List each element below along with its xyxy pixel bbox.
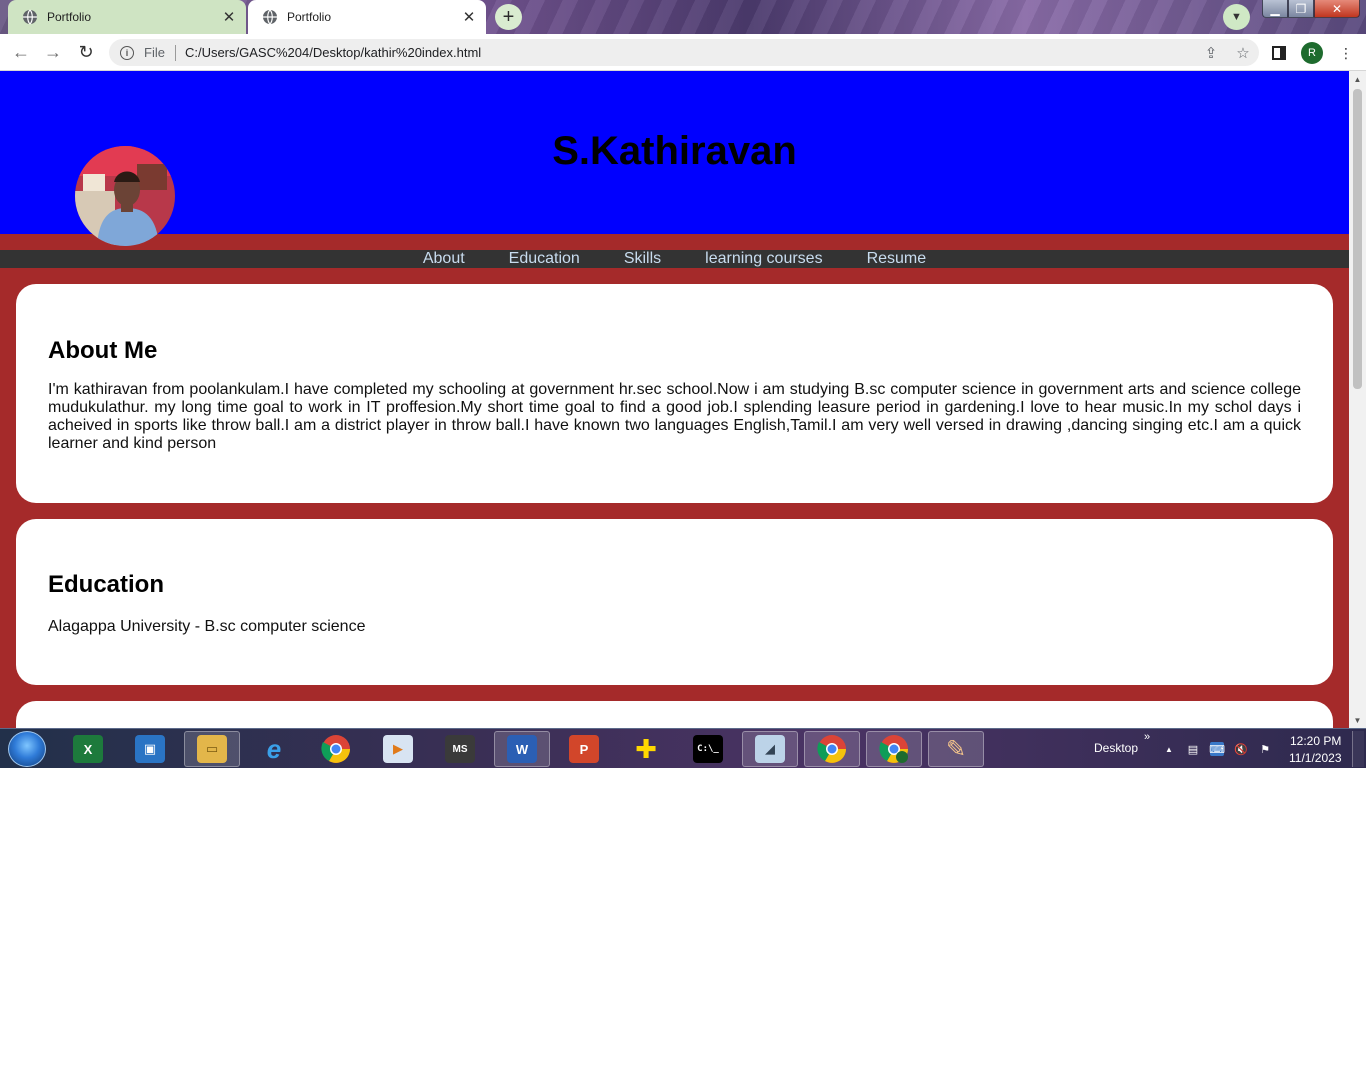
education-section: Education Alagappa University - B.sc com… — [16, 519, 1333, 685]
nav-link-resume[interactable]: Resume — [867, 250, 927, 268]
close-tab-icon[interactable]: ✕ — [218, 8, 240, 26]
command-prompt-icon[interactable]: C:\_ — [680, 731, 736, 767]
profile-avatar[interactable]: R — [1301, 42, 1323, 64]
address-url[interactable]: C:/Users/GASC%204/Desktop/kathir%20index… — [185, 45, 1195, 60]
browser-toolbar: ← → ↻ i File C:/Users/GASC%204/Desktop/k… — [0, 34, 1366, 71]
notepad-app-icon[interactable]: ◢ — [742, 731, 798, 767]
globe-icon — [263, 9, 277, 25]
education-text: Alagappa University - B.sc computer scie… — [48, 618, 366, 635]
education-heading: Education — [48, 571, 165, 598]
window-close-button[interactable]: ✕ — [1314, 0, 1360, 18]
about-heading: About Me — [48, 337, 158, 364]
page-title: S.Kathiravan — [552, 129, 797, 173]
nav-link-about[interactable]: About — [423, 250, 465, 268]
medical-app-icon[interactable]: ✚ — [618, 731, 674, 767]
nav-link-learning-courses[interactable]: learning courses — [705, 250, 822, 268]
keyboard-app-icon[interactable]: ⌨ — [1209, 742, 1225, 756]
profile-photo — [75, 146, 175, 246]
window-minimize-button[interactable]: ▁ — [1262, 0, 1288, 18]
browser-tab-1[interactable]: Portfolio ✕ — [8, 0, 246, 34]
about-text: I'm kathiravan from poolankulam.I have c… — [48, 381, 1301, 452]
file-explorer-icon[interactable]: ▭ — [184, 731, 240, 767]
bookmark-star-icon[interactable]: ☆ — [1227, 44, 1259, 62]
remote-desktop-icon[interactable]: ▣ — [122, 731, 178, 767]
toolbar-expand-chevron-icon[interactable]: » — [1144, 731, 1150, 743]
reload-icon[interactable]: ↻ — [72, 40, 100, 64]
info-icon[interactable]: i — [120, 45, 134, 60]
internet-explorer-icon[interactable]: e — [246, 731, 302, 767]
address-bar[interactable]: i File C:/Users/GASC%204/Desktop/kathir%… — [109, 39, 1259, 66]
close-tab-icon[interactable]: ✕ — [458, 8, 480, 26]
side-panel-icon[interactable] — [1268, 42, 1290, 64]
ms-office-tool-icon[interactable]: MS — [432, 731, 488, 767]
media-player-icon[interactable]: ▶ — [370, 731, 426, 767]
desktop-toolbar-label[interactable]: Desktop — [1094, 741, 1138, 755]
share-icon[interactable]: ⇪ — [1195, 44, 1227, 62]
scroll-up-arrow-icon[interactable]: ▲ — [1349, 71, 1366, 87]
windows-start-icon[interactable] — [8, 731, 46, 767]
clock-time[interactable]: 12:20 PM — [1290, 734, 1341, 748]
about-section: About Me I'm kathiravan from poolankulam… — [16, 284, 1333, 503]
scrollbar-thumb[interactable] — [1353, 89, 1362, 389]
site-header: S.Kathiravan — [0, 71, 1349, 234]
site-navigation: About Education Skills learning courses … — [0, 250, 1349, 268]
screen: Portfolio ✕ Portfolio ✕ + ▼ ▁ ❐ ✕ ← → ↻ … — [0, 0, 1366, 768]
chrome-icon[interactable] — [308, 731, 364, 767]
paint-icon[interactable]: ✎ — [928, 731, 984, 767]
page-viewport: S.Kathiravan About Education Skills lear… — [0, 71, 1349, 728]
browser-tab-2-active[interactable]: Portfolio ✕ — [248, 0, 486, 34]
clock-date[interactable]: 11/1/2023 — [1289, 751, 1342, 765]
chrome-icon[interactable] — [804, 731, 860, 767]
show-hidden-icons-arrow-icon[interactable]: ▲ — [1162, 742, 1176, 756]
tab-title: Portfolio — [47, 10, 92, 24]
chrome-profile-icon[interactable] — [866, 731, 922, 767]
action-center-flag-icon[interactable]: ⚑ — [1258, 742, 1272, 756]
show-desktop-button[interactable] — [1352, 731, 1364, 767]
page-scrollbar[interactable]: ▲ ▼ — [1349, 71, 1366, 728]
window-maximize-button[interactable]: ❐ — [1288, 0, 1314, 18]
forward-arrow-icon[interactable]: → — [39, 40, 67, 64]
powerpoint-icon[interactable]: P — [556, 731, 612, 767]
tab-title: Portfolio — [287, 10, 332, 24]
scroll-down-arrow-icon[interactable]: ▼ — [1349, 712, 1366, 728]
word-icon[interactable]: W — [494, 731, 550, 767]
back-arrow-icon[interactable]: ← — [7, 40, 35, 64]
volume-muted-icon[interactable]: 🔇 — [1234, 742, 1248, 756]
menu-kebab-icon[interactable]: ⋮ — [1335, 42, 1357, 64]
address-separator — [174, 44, 176, 61]
address-scheme-label: File — [144, 45, 165, 60]
excel-icon[interactable]: X — [60, 731, 116, 767]
nav-link-education[interactable]: Education — [509, 250, 580, 268]
tab-search-chevron-down-icon[interactable]: ▼ — [1223, 4, 1250, 30]
network-icon[interactable]: ▤ — [1186, 742, 1200, 756]
nav-link-skills[interactable]: Skills — [624, 250, 661, 268]
globe-icon — [23, 9, 37, 25]
next-section-partial — [16, 701, 1333, 728]
new-tab-button[interactable]: + — [495, 4, 522, 30]
windows-taskbar: X ▣ ▭ e ▶ MS W P ✚ C:\_ ◢ ✎ Desktop » ▲ … — [0, 728, 1366, 768]
